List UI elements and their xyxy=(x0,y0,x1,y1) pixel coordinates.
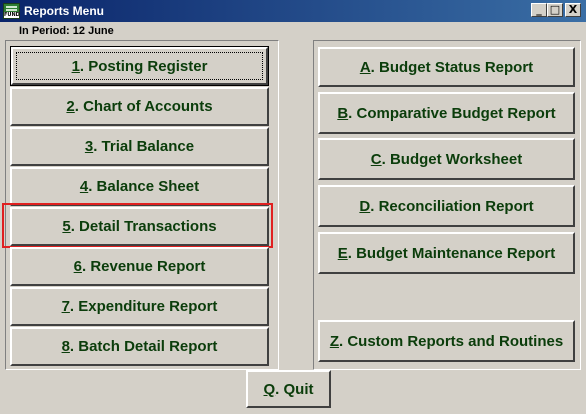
hotkey: Z xyxy=(329,332,339,350)
button-label: . Quit xyxy=(275,380,314,398)
hotkey: 3 xyxy=(84,138,94,155)
hotkey: 7 xyxy=(61,298,70,315)
selection-highlight xyxy=(2,203,273,248)
fund-app-icon: FUND xyxy=(3,3,20,19)
button-label: . Budget Maintenance Report xyxy=(347,244,556,262)
batch-detail-report-button[interactable]: 8. Batch Detail Report xyxy=(10,327,269,366)
budget-status-report-button[interactable]: A. Budget Status Report xyxy=(318,47,575,87)
button-label: . Custom Reports and Routines xyxy=(338,332,564,350)
period-label: In Period: 12 June xyxy=(19,25,114,37)
trial-balance-button[interactable]: 3. Trial Balance xyxy=(10,127,269,166)
hotkey: B xyxy=(337,104,349,122)
focus-rectangle xyxy=(16,52,263,80)
button-label: . Batch Detail Report xyxy=(69,338,218,355)
reports-menu-window: FUND Reports Menu _ □ X In Period: 12 Ju… xyxy=(0,0,586,414)
window-title: Reports Menu xyxy=(24,4,105,18)
button-label: . Budget Worksheet xyxy=(381,150,523,168)
button-label: . Revenue Report xyxy=(81,258,206,275)
minimize-button[interactable]: _ xyxy=(531,3,547,17)
hotkey: 8 xyxy=(61,338,70,355)
hotkey: D xyxy=(359,197,371,215)
button-label: . Reconciliation Report xyxy=(370,197,534,215)
button-label: . Budget Status Report xyxy=(370,58,534,76)
button-label: . Expenditure Report xyxy=(69,298,218,315)
fund-icon-label: FUND xyxy=(4,12,20,18)
maximize-button[interactable]: □ xyxy=(547,3,563,17)
budget-maintenance-report-button[interactable]: E. Budget Maintenance Report xyxy=(318,232,575,274)
hotkey: C xyxy=(370,150,382,168)
revenue-report-button[interactable]: 6. Revenue Report xyxy=(10,247,269,286)
budget-worksheet-button[interactable]: C. Budget Worksheet xyxy=(318,138,575,180)
button-label: . Balance Sheet xyxy=(88,178,200,195)
comparative-budget-report-button[interactable]: B. Comparative Budget Report xyxy=(318,92,575,134)
hotkey: E xyxy=(337,244,348,262)
chart-of-accounts-button[interactable]: 2. Chart of Accounts xyxy=(10,87,269,126)
posting-register-button[interactable]: 1. Posting Register xyxy=(10,46,269,86)
button-label: . Chart of Accounts xyxy=(74,98,213,115)
hotkey: 4 xyxy=(79,178,89,195)
title-bar[interactable]: FUND Reports Menu _ □ X xyxy=(0,0,586,22)
quit-button[interactable]: Q. Quit xyxy=(246,370,331,408)
close-button[interactable]: X xyxy=(565,3,581,17)
reconciliation-report-button[interactable]: D. Reconciliation Report xyxy=(318,185,575,227)
hotkey: 2 xyxy=(66,98,75,115)
balance-sheet-button[interactable]: 4. Balance Sheet xyxy=(10,167,269,206)
button-label: . Trial Balance xyxy=(93,138,195,155)
custom-reports-button[interactable]: Z. Custom Reports and Routines xyxy=(318,320,575,362)
hotkey: 6 xyxy=(73,258,82,275)
button-label: . Comparative Budget Report xyxy=(348,104,556,122)
expenditure-report-button[interactable]: 7. Expenditure Report xyxy=(10,287,269,326)
hotkey: A xyxy=(359,58,371,76)
hotkey: Q xyxy=(263,380,276,398)
